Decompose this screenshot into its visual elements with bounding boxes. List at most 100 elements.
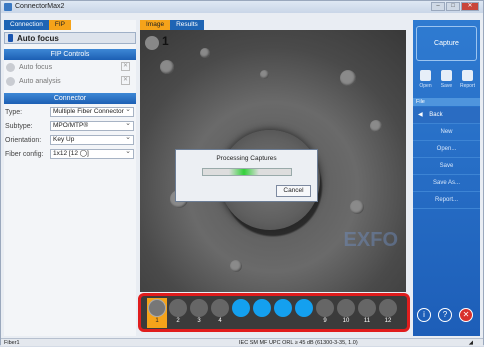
tab-connection[interactable]: Connection <box>4 20 49 30</box>
folder-icon <box>420 70 431 81</box>
cancel-button[interactable]: Cancel <box>276 185 311 197</box>
save-icon <box>441 70 452 81</box>
open-tool-label: Open <box>419 83 432 89</box>
capture-slot[interactable]: 1 <box>147 298 167 328</box>
close-window-button[interactable]: ✕ <box>461 2 479 11</box>
capture-slot-number: 11 <box>363 318 371 324</box>
subtype-field: Subtype: MPO/MTP® <box>4 120 136 132</box>
capture-slot[interactable]: 4 <box>210 298 230 328</box>
menu-back-label: Back <box>429 112 443 118</box>
signal-icon: ◢ <box>468 340 473 346</box>
save-tool-label: Save <box>440 83 453 89</box>
clear-icon[interactable]: ✕ <box>121 76 130 85</box>
report-tool[interactable]: Report <box>458 70 477 89</box>
status-standard: IEC SM MF UPC ORL ≥ 45 dB (61300-3-35, 1… <box>239 340 358 346</box>
connector-header: Connector <box>4 93 136 104</box>
fiber-circle-icon <box>190 299 208 317</box>
capture-slot[interactable] <box>294 298 314 328</box>
fiber-badge-icon <box>145 36 159 50</box>
fiber-circle-icon <box>337 299 355 317</box>
tab-results[interactable]: Results <box>170 20 204 30</box>
report-tool-label: Report <box>459 83 475 89</box>
status-dot-icon <box>6 76 15 86</box>
menu-new[interactable]: New <box>413 124 480 141</box>
maximize-button[interactable]: □ <box>446 2 460 11</box>
subtype-label: Subtype: <box>5 122 33 130</box>
capture-slot-number: 2 <box>176 318 180 324</box>
capture-slot[interactable] <box>231 298 251 328</box>
subtype-select[interactable]: MPO/MTP® <box>50 120 134 131</box>
capture-slot[interactable] <box>252 298 272 328</box>
menu-back[interactable]: ◀ Back <box>413 107 480 124</box>
capture-slot[interactable]: 3 <box>189 298 209 328</box>
capture-slot-number: 12 <box>384 318 392 324</box>
fiber-circle-icon <box>211 299 229 317</box>
fiber-circle-icon <box>316 299 334 317</box>
capture-slot[interactable]: 2 <box>168 298 188 328</box>
capture-slot-number: 4 <box>218 318 222 324</box>
clear-icon[interactable]: ✕ <box>121 62 130 71</box>
fiber-circle-icon <box>274 299 292 317</box>
capture-slot[interactable]: 12 <box>378 298 398 328</box>
right-panel: Capture Open Save Report File ◀ Back New… <box>413 20 480 336</box>
back-arrow-icon: ◀ <box>418 112 430 118</box>
fiber-circle-icon <box>295 299 313 317</box>
menu-save[interactable]: Save <box>413 158 480 175</box>
fiber-circle-icon <box>169 299 187 317</box>
autofocus-option[interactable]: Auto focus ✕ <box>4 60 136 74</box>
menu-open[interactable]: Open... <box>413 141 480 158</box>
tab-fip[interactable]: FIP <box>48 20 72 30</box>
debris-spot <box>370 120 382 132</box>
type-select[interactable]: Multiple Fiber Connector <box>50 106 134 117</box>
fiber-circle-icon <box>358 299 376 317</box>
help-icon[interactable]: ? <box>438 308 452 322</box>
fiber-circle-icon <box>379 299 397 317</box>
autofocus-header: Auto focus <box>4 32 136 44</box>
app-window: ConnectorMax2 – □ ✕ Connection FIP Auto … <box>0 0 484 346</box>
minimize-button[interactable]: – <box>431 2 445 11</box>
menu-report[interactable]: Report... <box>413 192 480 209</box>
exit-icon[interactable]: ✕ <box>459 308 473 322</box>
title-bar: ConnectorMax2 – □ ✕ <box>1 1 483 13</box>
app-icon <box>4 3 12 11</box>
dialog-title: Processing Captures <box>216 155 277 162</box>
processing-dialog: Processing Captures Cancel <box>175 149 318 202</box>
fiber-config-label: Fiber config: <box>5 150 44 158</box>
capture-slot[interactable]: 11 <box>357 298 377 328</box>
debris-spot <box>160 60 174 74</box>
type-field: Type: Multiple Fiber Connector <box>4 106 136 118</box>
type-label: Type: <box>5 108 23 116</box>
info-icon[interactable]: i <box>417 308 431 322</box>
status-fiber: Fiber1 <box>4 340 20 346</box>
tab-image[interactable]: Image <box>140 20 171 30</box>
orientation-field: Orientation: Key Up <box>4 134 136 146</box>
open-tool[interactable]: Open <box>416 70 435 89</box>
progress-fill <box>229 169 260 175</box>
fiber-number: 1 <box>162 34 169 48</box>
debris-spot <box>260 70 269 79</box>
capture-slot-number: 1 <box>155 318 159 324</box>
image-tabs: Image Results <box>140 20 204 30</box>
autoanalysis-option[interactable]: Auto analysis ✕ <box>4 74 136 88</box>
capture-slot[interactable]: 10 <box>336 298 356 328</box>
capture-strip: 1 2 3 4 9 10 11 12 <box>138 293 410 332</box>
capture-slot-number: 9 <box>323 318 327 324</box>
orientation-select[interactable]: Key Up <box>50 134 134 145</box>
left-panel: Connection FIP Auto focus FIP Controls A… <box>4 20 136 336</box>
debris-spot <box>340 70 356 86</box>
autofocus-option-label: Auto focus <box>19 63 53 71</box>
capture-slot[interactable]: 9 <box>315 298 335 328</box>
status-dot-icon <box>6 62 15 72</box>
fiber-config-field: Fiber config: 1x12 [12 ◯] <box>4 148 136 160</box>
file-header: File <box>413 98 480 106</box>
fiber-circle-icon <box>253 299 271 317</box>
debris-spot <box>230 260 242 272</box>
capture-slot[interactable] <box>273 298 293 328</box>
exfo-watermark: EXFO <box>343 229 398 251</box>
battery-icon <box>8 34 13 42</box>
fiber-config-select[interactable]: 1x12 [12 ◯] <box>50 148 134 159</box>
save-tool[interactable]: Save <box>437 70 456 89</box>
window-title: ConnectorMax2 <box>15 3 65 10</box>
menu-save-as[interactable]: Save As... <box>413 175 480 192</box>
capture-button[interactable]: Capture <box>416 26 477 61</box>
